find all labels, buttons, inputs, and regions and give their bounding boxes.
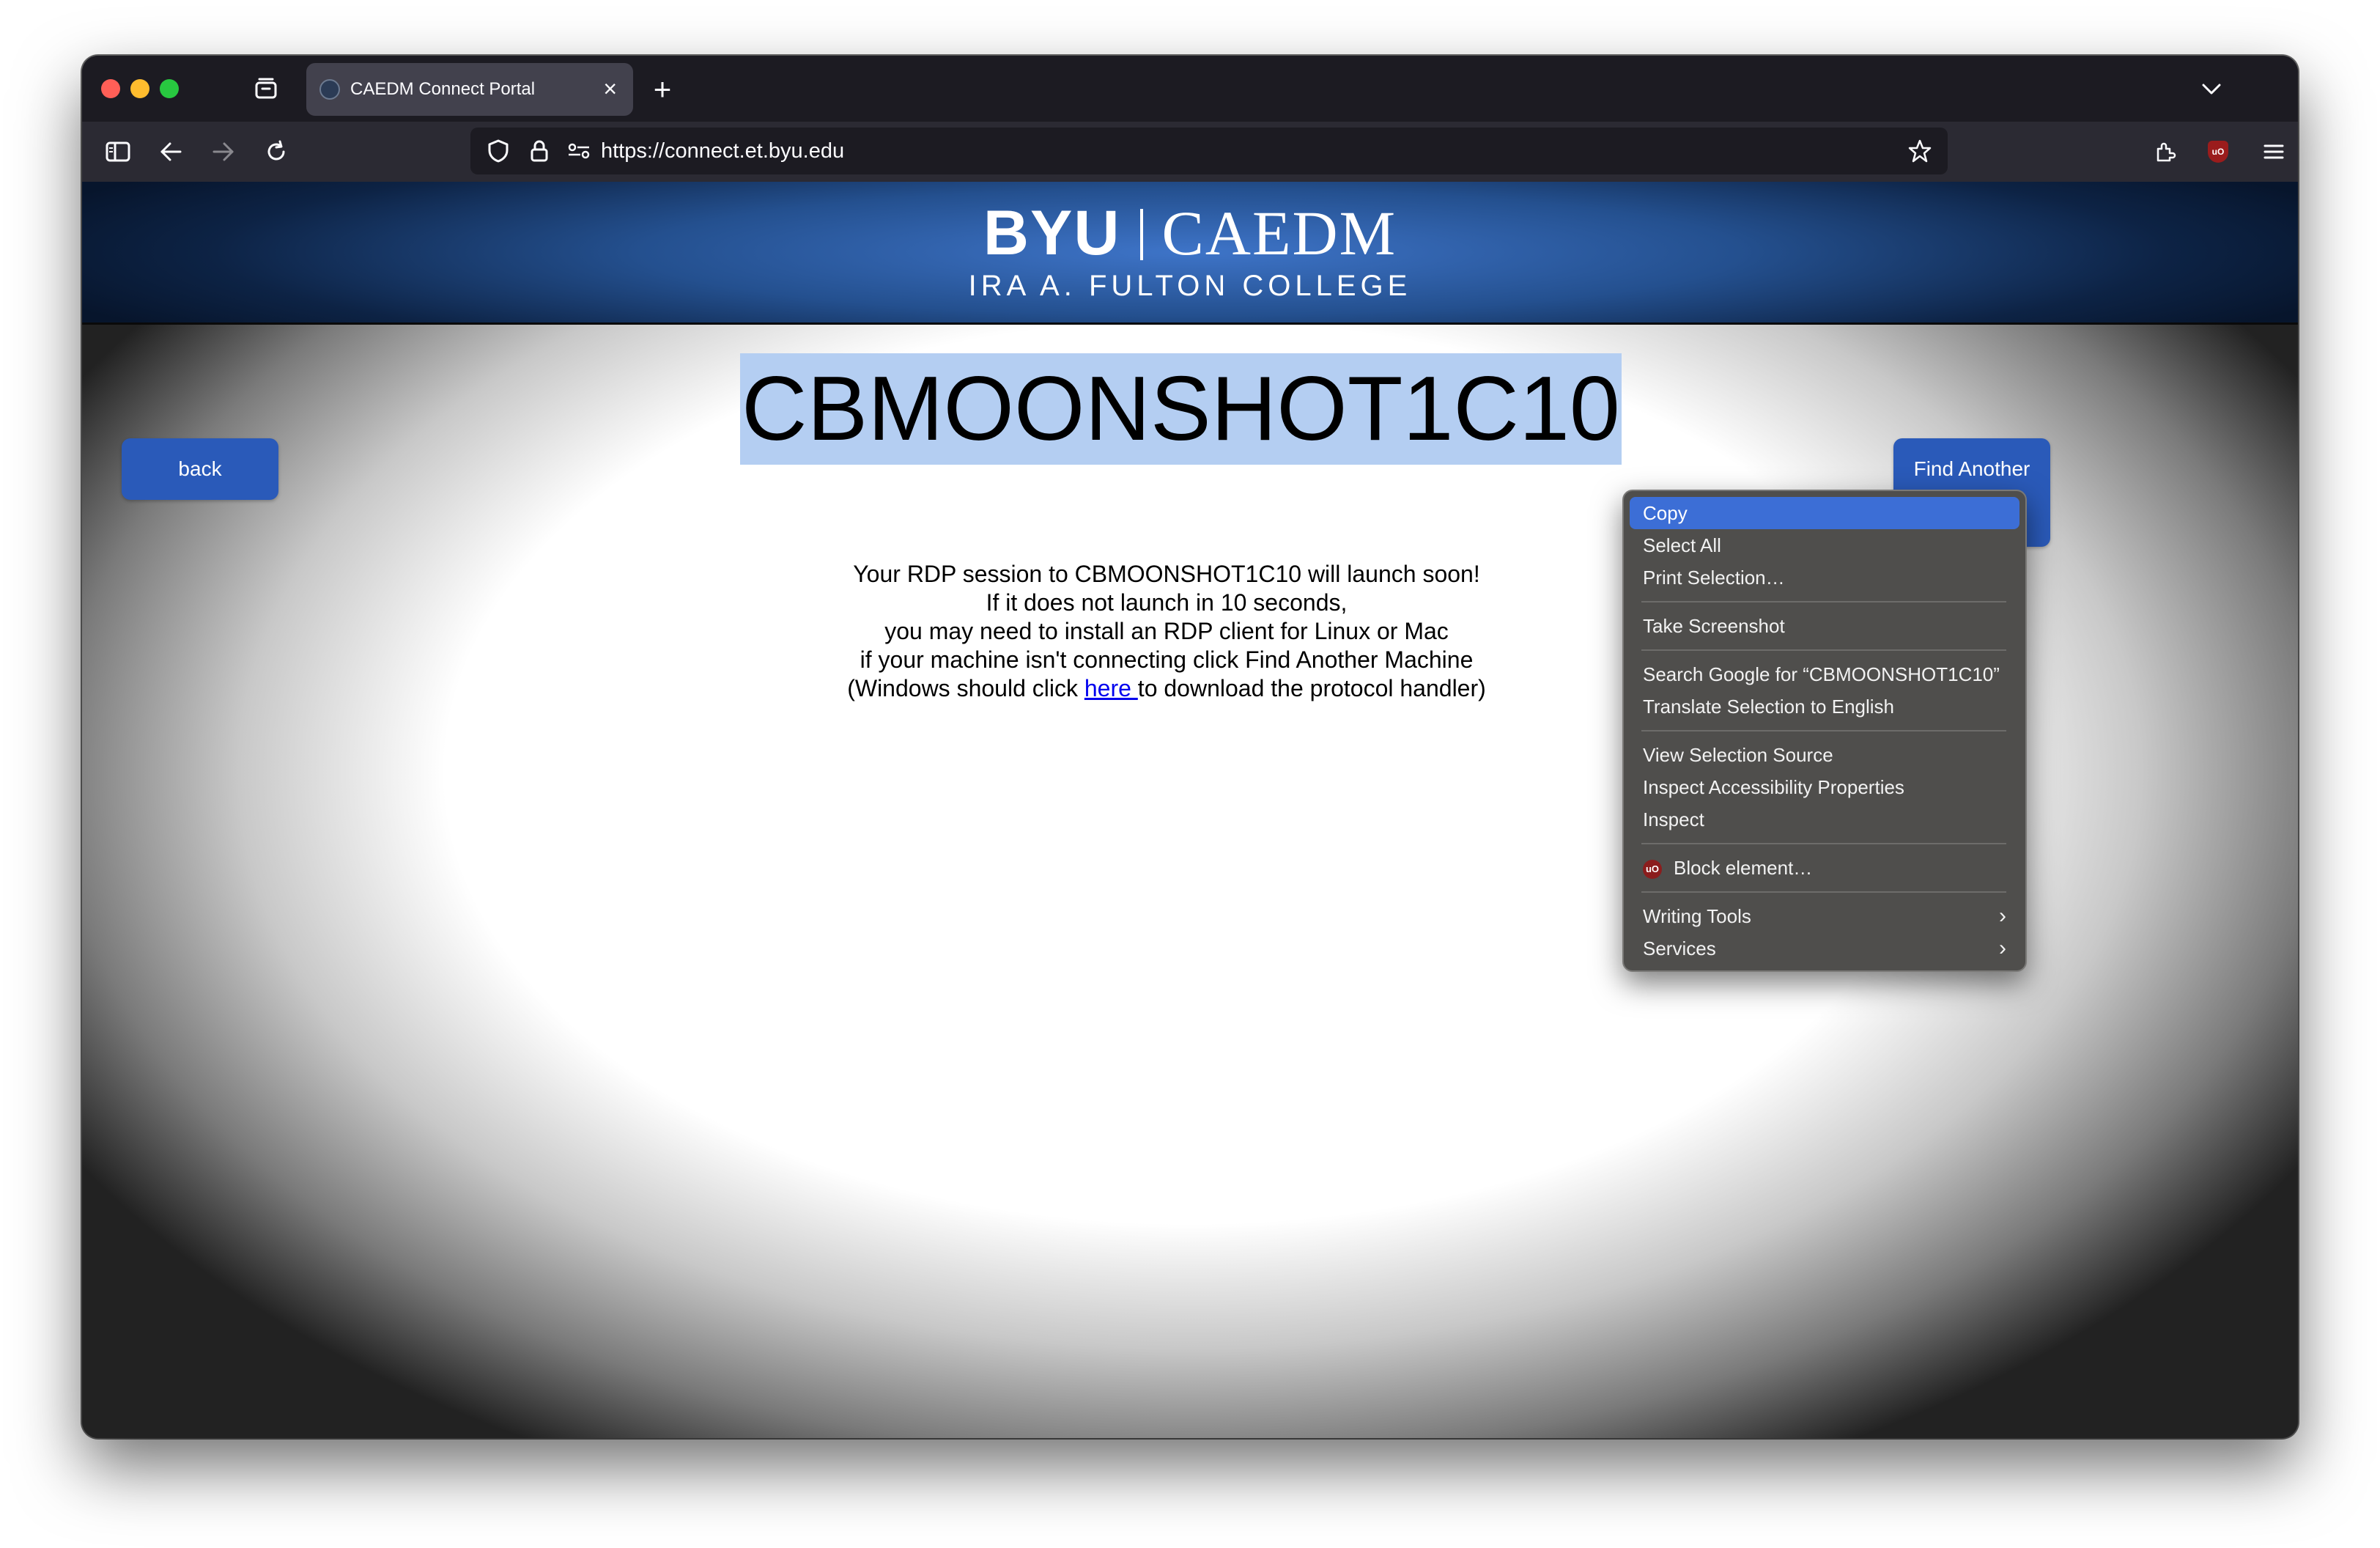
chevron-right-icon: › [1999,904,2006,928]
web-content: BYU CAEDM IRA A. FULTON COLLEGE back Find… [82,182,2298,1438]
url-text: https://connect.et.byu.edu [601,139,845,163]
new-tab-button[interactable]: + [645,72,680,107]
minimize-window-button[interactable] [130,79,149,98]
menu-separator [1641,843,2006,844]
context-menu: Copy Select All Print Selection… Take Sc… [1622,490,2027,972]
tab-strip: CAEDM Connect Portal × + [82,56,2298,122]
menu-item-services[interactable]: Services › [1630,932,2019,965]
logo-divider [1139,209,1143,260]
chevron-right-icon: › [1999,936,2006,960]
forward-arrow-icon[interactable] [207,135,240,169]
menu-separator [1641,649,2006,651]
tracking-protection-icon[interactable] [484,136,513,166]
site-favicon-icon [319,79,340,100]
tab-caedm-portal[interactable]: CAEDM Connect Portal × [306,63,633,116]
browser-window: CAEDM Connect Portal × + https://connect… [82,56,2298,1438]
lock-icon[interactable] [525,136,554,166]
protocol-handler-link[interactable]: here [1084,675,1138,701]
block-element-label: Block element… [1674,857,1813,879]
menu-item-inspect[interactable]: Inspect [1630,803,2019,836]
services-label: Services [1643,937,1716,959]
menu-separator [1641,730,2006,731]
zoom-window-button[interactable] [160,79,179,98]
menu-item-writing-tools[interactable]: Writing Tools › [1630,900,2019,932]
sidebar-icon[interactable] [101,135,135,169]
tab-title: CAEDM Connect Portal [350,79,536,99]
menu-item-print-selection[interactable]: Print Selection… [1630,561,2019,594]
windows-suffix: to download the protocol handler) [1137,675,1486,701]
machine-name-heading: CBMOONSHOT1C10 [740,353,1622,465]
tab-manager-icon[interactable] [249,72,283,106]
menu-item-inspect-accessibility[interactable]: Inspect Accessibility Properties [1630,771,2019,803]
logo-caedm: CAEDM [1161,198,1397,268]
extensions-icon[interactable] [2148,135,2182,169]
chevron-down-icon[interactable] [2194,72,2229,107]
back-button[interactable]: back [122,438,278,500]
reload-icon[interactable] [259,135,293,169]
hamburger-menu-icon[interactable] [2257,135,2291,169]
permissions-icon[interactable] [564,136,594,166]
menu-separator [1641,891,2006,893]
close-window-button[interactable] [101,79,120,98]
menu-item-block-element[interactable]: uO Block element… [1630,852,2019,884]
ublock-icon[interactable]: uO [2203,136,2233,167]
menu-item-select-all[interactable]: Select All [1630,529,2019,561]
byu-caedm-banner: BYU CAEDM IRA A. FULTON COLLEGE [82,182,2298,325]
star-icon[interactable] [1905,136,1934,166]
menu-item-view-selection-source[interactable]: View Selection Source [1630,739,2019,771]
menu-item-translate[interactable]: Translate Selection to English [1630,690,2019,723]
menu-item-search-google[interactable]: Search Google for “CBMOONSHOT1C10” [1630,658,2019,690]
ublock-icon: uO [1643,860,1662,880]
nav-toolbar: https://connect.et.byu.edu uO [82,122,2298,182]
writing-tools-label: Writing Tools [1643,905,1751,927]
ublock-badge: uO [2208,141,2228,163]
menu-item-copy[interactable]: Copy [1630,497,2019,529]
byu-caedm-logo: BYU CAEDM [82,196,2298,270]
close-tab-icon[interactable]: × [603,76,617,101]
windows-prefix: (Windows should click [847,675,1084,701]
url-bar[interactable]: https://connect.et.byu.edu [470,128,1948,174]
back-arrow-icon[interactable] [154,135,188,169]
menu-separator [1641,601,2006,602]
college-name: IRA A. FULTON COLLEGE [968,270,1412,302]
logo-byu: BYU [983,198,1121,268]
menu-item-take-screenshot[interactable]: Take Screenshot [1630,610,2019,642]
